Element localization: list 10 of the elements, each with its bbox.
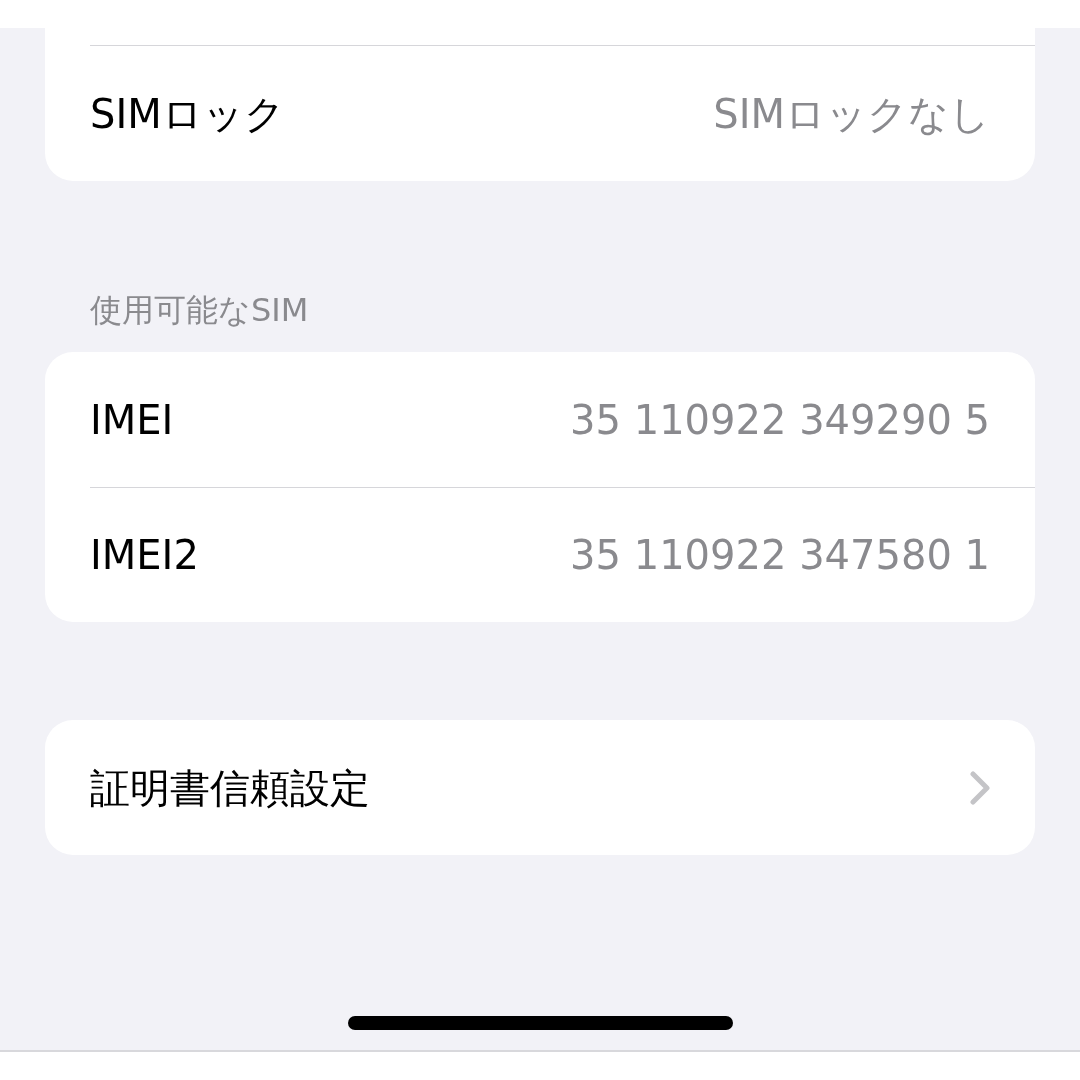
row-value: 35 110922 349290 5	[570, 395, 990, 445]
row-label: SIMロック	[90, 89, 285, 139]
row-label: IMEI2	[90, 531, 199, 580]
row-value: 35 110922 347580 1	[570, 531, 990, 580]
section-header: 使用可能なSIM	[89, 290, 310, 331]
row-value: SIMロックなし	[713, 89, 990, 139]
chevron-icon[interactable]	[970, 770, 990, 805]
row-label: 証明書信頼設定	[90, 763, 370, 813]
row-label: IMEI	[90, 395, 174, 445]
home-indicator[interactable]	[348, 1016, 733, 1030]
